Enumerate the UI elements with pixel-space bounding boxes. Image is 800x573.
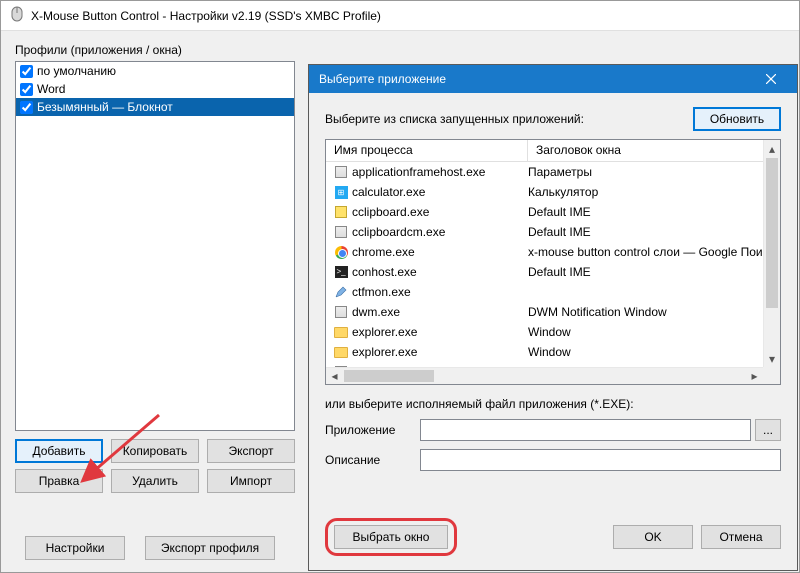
process-icon — [334, 305, 348, 319]
app-icon — [9, 6, 25, 25]
edit-button[interactable]: Правка — [15, 469, 103, 493]
profile-row[interactable]: по умолчанию — [16, 62, 294, 80]
window-title: Default IME — [528, 205, 763, 219]
export-profile-button[interactable]: Экспорт профиля — [145, 536, 275, 560]
import-button[interactable]: Импорт — [207, 469, 295, 493]
scroll-left-icon[interactable]: ◂ — [326, 368, 343, 384]
process-icon: ⊞ — [334, 185, 348, 199]
window-title: Default IME — [528, 265, 763, 279]
window-title: x-mouse button control слои — Google Пои — [528, 245, 763, 259]
process-row[interactable]: ⊞ calculator.exe Калькулятор — [326, 182, 763, 202]
process-icon — [334, 205, 348, 219]
header-window[interactable]: Заголовок окна — [528, 140, 780, 161]
scroll-down-icon[interactable]: ▾ — [764, 350, 780, 367]
close-icon[interactable] — [755, 65, 787, 93]
process-icon — [334, 245, 348, 259]
profile-row[interactable]: Безымянный — Блокнот — [16, 98, 294, 116]
profile-label: по умолчанию — [37, 64, 116, 78]
delete-button[interactable]: Удалить — [111, 469, 199, 493]
process-row[interactable]: dwm.exe DWM Notification Window — [326, 302, 763, 322]
process-row[interactable]: explorer.exe Window — [326, 342, 763, 362]
window-title: Параметры — [528, 165, 763, 179]
process-name: conhost.exe — [352, 265, 417, 279]
dialog-title: Выберите приложение — [319, 72, 755, 86]
process-icon — [334, 345, 348, 359]
scroll-corner — [763, 367, 780, 384]
select-application-dialog: Выберите приложение Выберите из списка з… — [308, 64, 798, 571]
ok-button[interactable]: OK — [613, 525, 693, 549]
process-name: dwm.exe — [352, 305, 400, 319]
process-row[interactable]: ctfmon.exe — [326, 282, 763, 302]
profile-row[interactable]: Word — [16, 80, 294, 98]
profile-checkbox[interactable] — [20, 83, 33, 96]
application-input[interactable] — [420, 419, 751, 441]
window-title: Калькулятор — [528, 185, 763, 199]
process-icon: >_ — [334, 265, 348, 279]
profile-label: Word — [37, 82, 65, 96]
process-name: explorer.exe — [352, 345, 417, 359]
profile-buttons: Добавить Копировать Экспорт Правка Удали… — [15, 439, 295, 493]
process-name: chrome.exe — [352, 245, 415, 259]
description-label: Описание — [325, 453, 420, 467]
window-title: Window — [528, 325, 763, 339]
window-title: DWM Notification Window — [528, 305, 763, 319]
vertical-scrollbar[interactable]: ▴ ▾ — [763, 140, 780, 367]
bottom-buttons: Настройки Экспорт профиля — [25, 536, 275, 560]
vscroll-thumb[interactable] — [766, 158, 778, 308]
settings-button[interactable]: Настройки — [25, 536, 125, 560]
application-label: Приложение — [325, 423, 420, 437]
process-row[interactable]: cclipboard.exe Default IME — [326, 202, 763, 222]
annotation-highlight: Выбрать окно — [325, 518, 457, 556]
process-list-headers: Имя процесса Заголовок окна — [326, 140, 780, 162]
horizontal-scrollbar[interactable]: ◂ ▸ — [326, 367, 763, 384]
refresh-button[interactable]: Обновить — [693, 107, 781, 131]
scroll-up-icon[interactable]: ▴ — [764, 140, 780, 157]
process-name: ctfmon.exe — [352, 285, 411, 299]
cancel-button[interactable]: Отмена — [701, 525, 781, 549]
browse-button[interactable]: ... — [755, 419, 781, 441]
window-title: Window — [528, 345, 763, 359]
process-row[interactable]: applicationframehost.exe Параметры — [326, 162, 763, 182]
add-button[interactable]: Добавить — [15, 439, 103, 463]
select-window-button[interactable]: Выбрать окно — [334, 525, 448, 549]
dialog-instruction: Выберите из списка запущенных приложений… — [325, 112, 693, 126]
process-icon — [334, 165, 348, 179]
main-title: X-Mouse Button Control - Настройки v2.19… — [31, 9, 381, 23]
profiles-label: Профили (приложения / окна) — [15, 43, 182, 57]
process-name: explorer.exe — [352, 325, 417, 339]
process-icon — [334, 225, 348, 239]
profile-checkbox[interactable] — [20, 65, 33, 78]
process-name: applicationframehost.exe — [352, 165, 485, 179]
process-name: cclipboardcm.exe — [352, 225, 445, 239]
dialog-titlebar: Выберите приложение — [309, 65, 797, 93]
main-titlebar: X-Mouse Button Control - Настройки v2.19… — [1, 1, 799, 31]
description-input[interactable] — [420, 449, 781, 471]
process-row[interactable]: chrome.exe x-mouse button control слои — … — [326, 242, 763, 262]
process-row[interactable]: cclipboardcm.exe Default IME — [326, 222, 763, 242]
copy-button[interactable]: Копировать — [111, 439, 199, 463]
export-button[interactable]: Экспорт — [207, 439, 295, 463]
process-row[interactable]: >_ conhost.exe Default IME — [326, 262, 763, 282]
process-icon — [334, 325, 348, 339]
process-name: calculator.exe — [352, 185, 425, 199]
hscroll-thumb[interactable] — [344, 370, 434, 382]
or-select-exe-label: или выберите исполняемый файл приложения… — [325, 397, 781, 411]
process-row[interactable]: explorer.exe Window — [326, 322, 763, 342]
header-process[interactable]: Имя процесса — [326, 140, 528, 161]
dialog-body: Выберите из списка запущенных приложений… — [309, 93, 797, 570]
profile-label: Безымянный — Блокнот — [37, 100, 173, 114]
window-title: Default IME — [528, 225, 763, 239]
process-icon — [334, 285, 348, 299]
profiles-list[interactable]: по умолчанию Word Безымянный — Блокнот — [15, 61, 295, 431]
process-list[interactable]: Имя процесса Заголовок окна applicationf… — [325, 139, 781, 385]
scroll-right-icon[interactable]: ▸ — [746, 368, 763, 384]
process-name: cclipboard.exe — [352, 205, 429, 219]
profile-checkbox[interactable] — [20, 101, 33, 114]
